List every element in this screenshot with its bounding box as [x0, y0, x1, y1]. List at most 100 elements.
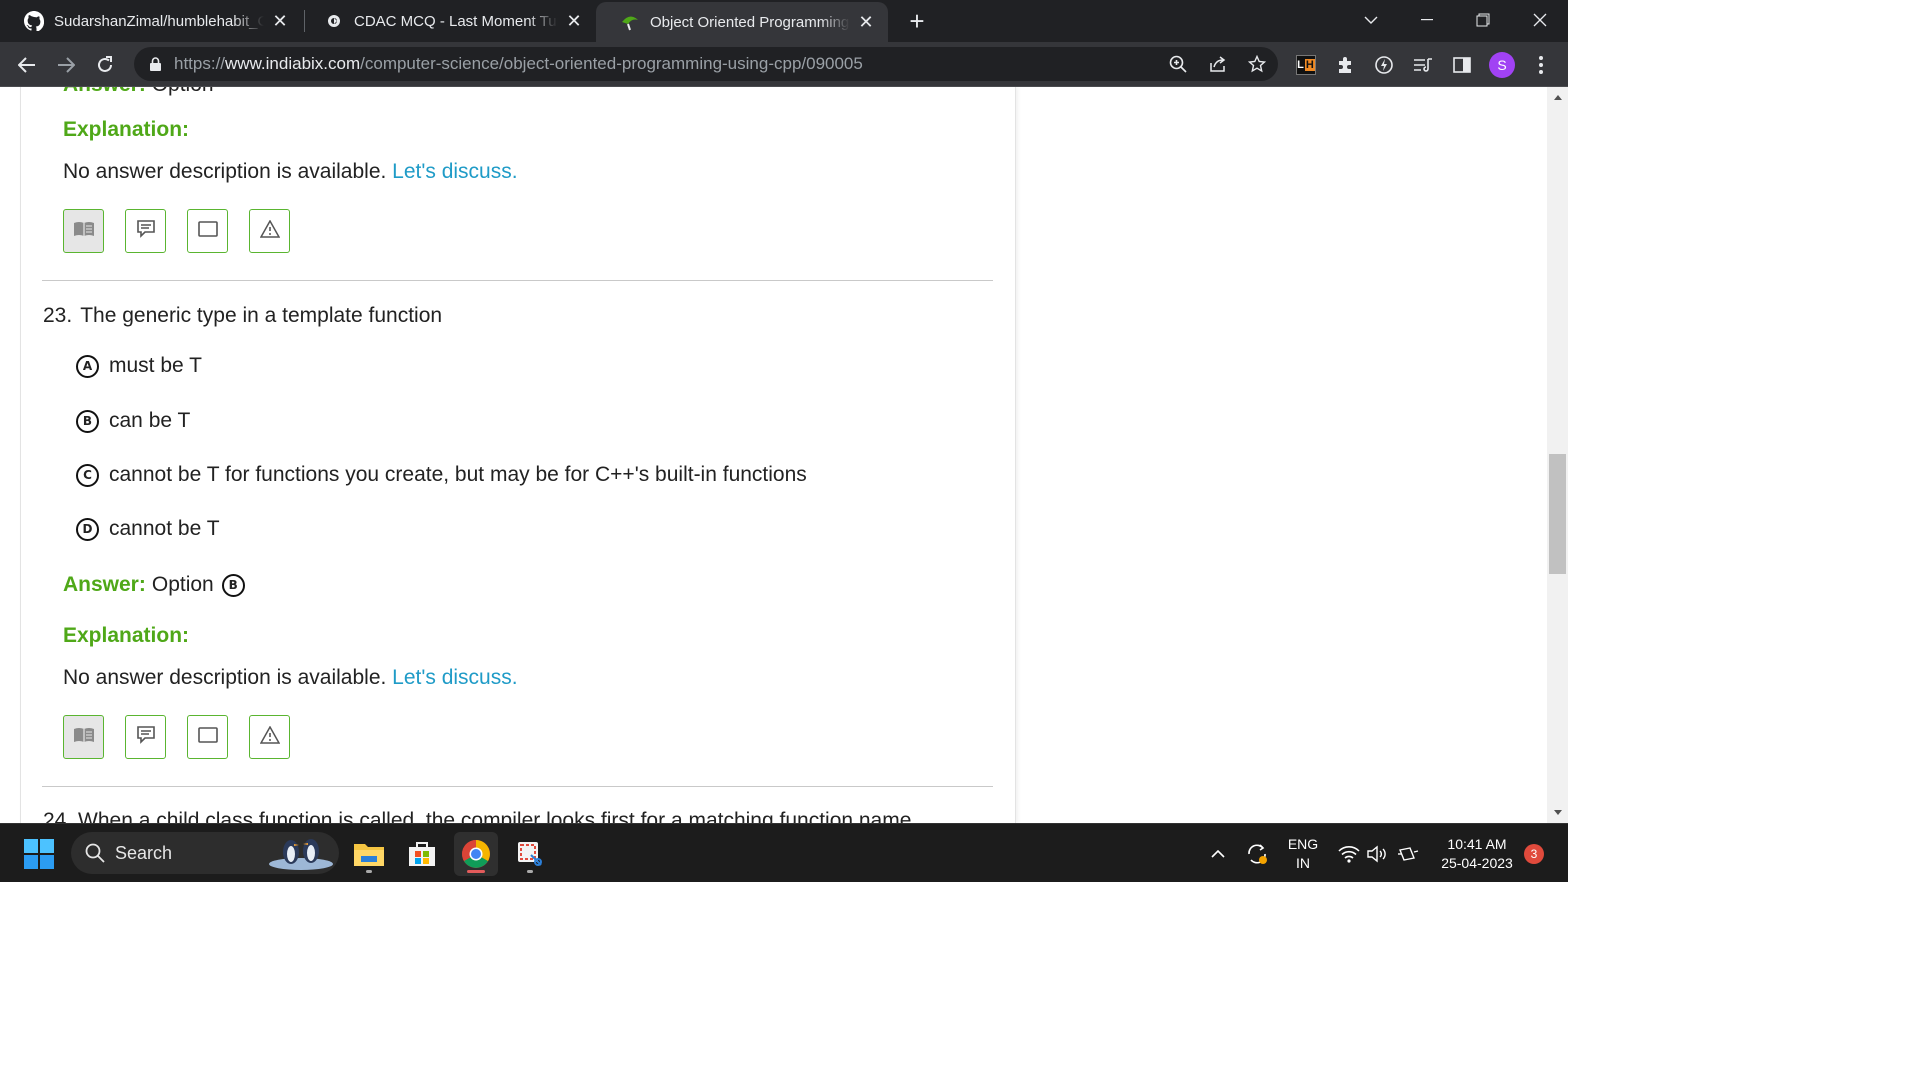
tab-github[interactable]: SudarshanZimal/humblehabit_C- ✕	[0, 0, 302, 42]
previous-explanation-text: No answer description is available. Let'…	[63, 160, 518, 184]
vertical-scrollbar[interactable]	[1547, 87, 1568, 823]
square-icon	[197, 726, 218, 748]
discuss-link[interactable]: Let's discuss.	[392, 160, 517, 183]
square-icon	[197, 220, 218, 242]
answer-label: Answer:	[63, 87, 146, 96]
clock[interactable]: 10:41 AM 25-04-2023	[1432, 835, 1522, 873]
workspace-button[interactable]	[63, 209, 104, 253]
url-text[interactable]: https://www.indiabix.com/computer-scienc…	[174, 54, 863, 74]
indiabix-icon	[620, 12, 640, 32]
question-number: 23.	[43, 304, 73, 327]
tab-search-chevron-icon[interactable]	[1343, 0, 1399, 40]
view-button[interactable]	[187, 209, 228, 253]
minimize-icon[interactable]	[1399, 0, 1455, 40]
more-menu-icon[interactable]	[1528, 52, 1554, 78]
comment-icon	[136, 219, 156, 244]
performance-icon[interactable]	[1371, 52, 1397, 78]
previous-question-actions	[63, 209, 290, 253]
battery-charging-icon[interactable]	[1389, 832, 1427, 876]
profile-avatar[interactable]: S	[1489, 52, 1515, 78]
warning-icon	[259, 218, 280, 243]
discuss-button[interactable]	[125, 209, 166, 253]
chrome-taskbar-icon[interactable]	[454, 832, 498, 876]
explanation-text-line: No answer description is available. Let'…	[63, 666, 518, 690]
reading-list-icon[interactable]	[1410, 52, 1436, 78]
explanation-text: No answer description is available.	[63, 160, 387, 183]
scroll-up-icon[interactable]	[1547, 89, 1568, 106]
show-hidden-icons-chevron-icon[interactable]	[1196, 832, 1240, 876]
report-button[interactable]	[249, 209, 290, 253]
open-book-icon	[73, 726, 95, 749]
bookmark-star-icon[interactable]	[1244, 51, 1270, 77]
explanation-text: No answer description is available.	[63, 666, 387, 689]
lock-icon[interactable]	[148, 56, 162, 72]
extensions-puzzle-icon[interactable]	[1332, 52, 1358, 78]
report-button[interactable]	[249, 715, 290, 759]
url-prefix: https://	[174, 54, 226, 73]
close-icon[interactable]: ✕	[564, 11, 584, 31]
answer-line: Answer: Option B	[63, 573, 245, 597]
clock-date: 25-04-2023	[1441, 855, 1513, 871]
windows-taskbar: Search ENG IN 10:41 AM 25-04-2023 3	[0, 823, 1568, 882]
zoom-icon[interactable]	[1165, 51, 1191, 77]
close-icon[interactable]: ✕	[856, 12, 876, 32]
side-panel-icon[interactable]	[1449, 52, 1475, 78]
taskbar-search-box[interactable]: Search	[71, 832, 339, 874]
tab-cdac-mcq[interactable]: CDAC MCQ - Last Moment Tuitio ✕	[300, 0, 596, 42]
language-indicator[interactable]: ENG IN	[1281, 835, 1325, 873]
view-button[interactable]	[187, 715, 228, 759]
back-arrow-icon[interactable]	[10, 48, 44, 82]
running-indicator	[366, 870, 372, 873]
option-a[interactable]: A must be T	[76, 352, 202, 380]
workspace-button[interactable]	[63, 715, 104, 759]
question-content-panel: Answer: Option Explanation: No answer de…	[20, 87, 1016, 823]
option-letter-badge: B	[76, 409, 99, 433]
option-d[interactable]: D cannot be T	[76, 515, 220, 543]
lighthouse-extension-icon[interactable]: LH	[1293, 52, 1319, 78]
answer-text: Option	[146, 87, 214, 96]
question-divider	[42, 280, 993, 281]
question-actions	[63, 715, 290, 759]
explanation-label: Explanation:	[63, 624, 190, 647]
tab-indiabix[interactable]: Object Oriented Programming Us ✕	[596, 2, 888, 42]
github-icon	[24, 11, 44, 31]
previous-answer-cut: Answer: Option	[63, 87, 214, 97]
microsoft-store-icon[interactable]	[400, 832, 444, 876]
option-letter-badge: A	[76, 354, 99, 378]
option-c[interactable]: C cannot be T for functions you create, …	[76, 461, 807, 489]
url-path: /computer-science/object-oriented-progra…	[360, 54, 863, 73]
tab-title: SudarshanZimal/humblehabit_C-	[54, 12, 264, 30]
forward-arrow-icon[interactable]	[49, 48, 83, 82]
option-b[interactable]: B can be T	[76, 407, 190, 435]
search-label: Search	[115, 842, 173, 863]
notification-badge[interactable]: 3	[1524, 844, 1544, 864]
sync-status-icon[interactable]	[1235, 832, 1279, 876]
question-23: 23. The generic type in a template functi…	[43, 304, 442, 328]
share-icon[interactable]	[1205, 51, 1231, 77]
address-bar[interactable]: https://www.indiabix.com/computer-scienc…	[134, 47, 1278, 81]
question-text: The generic type in a template function	[80, 304, 443, 327]
tab-title: Object Oriented Programming Us	[650, 13, 850, 31]
scroll-thumb[interactable]	[1549, 454, 1566, 574]
new-tab-button[interactable]: +	[902, 6, 932, 36]
region-code: IN	[1296, 855, 1310, 871]
option-text: cannot be T	[109, 517, 220, 540]
discuss-link[interactable]: Let's discuss.	[392, 666, 517, 689]
discuss-button[interactable]	[125, 715, 166, 759]
snipping-tool-icon[interactable]	[508, 832, 552, 876]
file-explorer-icon[interactable]	[347, 832, 391, 876]
extension-letter-l: L	[1297, 59, 1304, 71]
option-text: cannot be T for functions you create, bu…	[109, 463, 807, 486]
answer-label: Answer:	[63, 573, 146, 596]
restore-icon[interactable]	[1455, 0, 1511, 40]
close-icon[interactable]: ✕	[270, 11, 290, 31]
language-code: ENG	[1287, 836, 1319, 852]
tab-strip: SudarshanZimal/humblehabit_C- ✕ CDAC MCQ…	[0, 0, 1568, 42]
windows-start-icon[interactable]	[17, 832, 61, 876]
warning-icon	[259, 724, 280, 749]
option-text: must be T	[109, 354, 202, 377]
reload-icon[interactable]	[88, 48, 122, 82]
scroll-down-icon[interactable]	[1547, 804, 1568, 821]
window-close-icon[interactable]	[1512, 0, 1568, 40]
open-book-icon	[73, 220, 95, 243]
